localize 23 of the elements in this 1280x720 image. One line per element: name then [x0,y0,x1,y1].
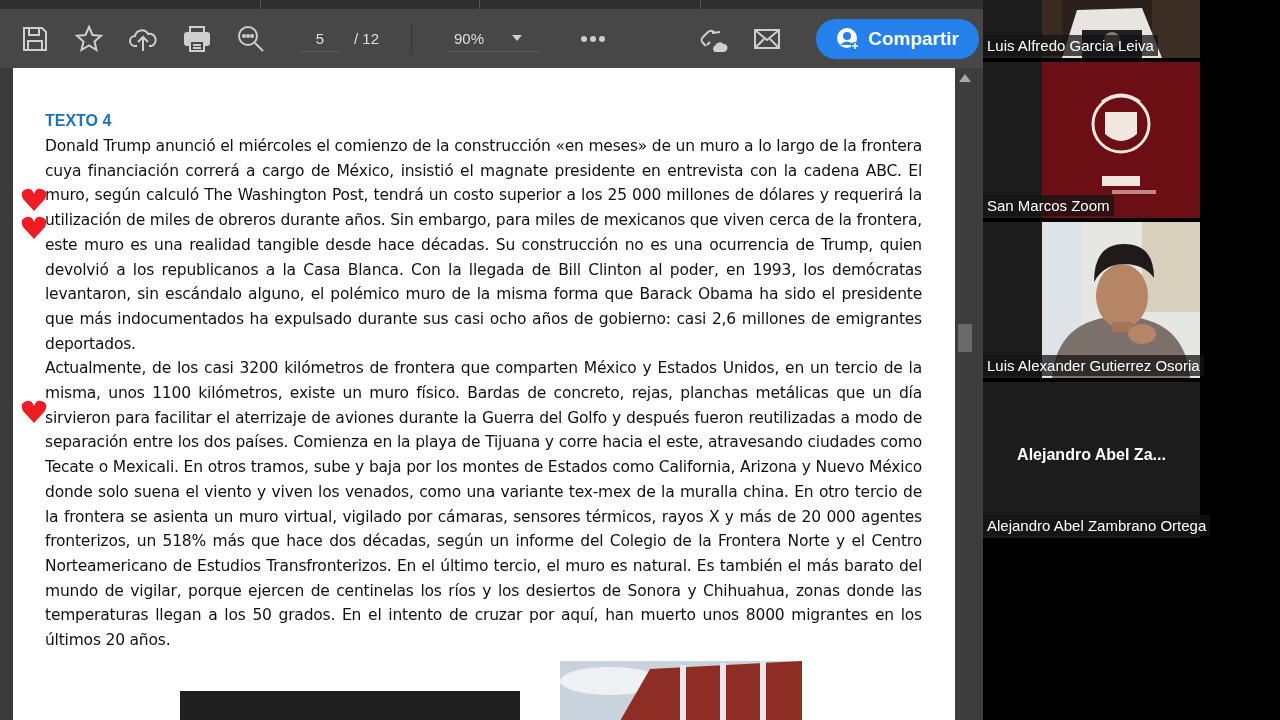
page-total: / 12 [354,30,380,47]
share-button[interactable]: Compartir [816,18,979,59]
paragraph: Actualmente, de los casi 3200 kilómetros de frontera que comparten México y Estados Unidos, en un tercio de la misma, unos 1100 kilómetros, existe un muro físico. Bardas de concreto, rejas, planchas metálicas que un día sirvieron para facilitar el aterrizaje de aviones durante la Guerra del Golfo y después fueron reutilizadas a modo de separación entre los dos países. Comienza en la playa de Tijuana y corre hacia el este, atravesando ciudades como Tecate o Mexicali. En otros tramos, sube y baja por los montes de Estados como California, Arizona y Nuevo México donde solo suena el viento y viven los venados, como una variante tex-mex de la muralla china. En otro tercio de la frontera se asienta un muro virtual, vigilado por cámaras, sensores térmicos, rayos X y más de 20 000 agentes fronterizos, un 518% más que hace dos décadas, según un informe del Colegio de la Frontera Norte y el Centro Norteamericano de Estudios Transfronterizos. En el último tercio, el muro es natural. Es también el más barato del mundo de vigilar, porque ejercen de centinelas los ríos y los desiertos de Sonora y Chihuahua, zonas donde las temperaturas llegan a los 50 grados. En el intento de cruzar por aquí, han muerto unos 8000 migrantes en los últimos 20 años. [45,358,922,652]
page-number-field[interactable]: 5 [300,25,340,52]
participant-display-name: Alejandro Abel Za... [1016,446,1167,464]
heart-icon [21,216,47,240]
print-icon[interactable] [182,23,212,54]
scroll-up-icon[interactable] [959,74,971,82]
add-person-icon [836,26,861,51]
heart-icon [21,400,47,424]
participant-name: Luis Alfredo Garcia Leiva [983,35,1158,56]
zoom-dropdown[interactable]: 90% [446,25,541,52]
section-heading: TEXTO 4 [45,111,113,131]
participant-name: San Marcos Zoom [983,195,1114,216]
star-icon[interactable] [74,23,104,54]
paragraph: Donald Trump anunció el miércoles el comienzo de la construcción «en meses» de un muro a lo largo de la frontera cuya financiación correrá a cargo de México, insistió el magnate presidente en entrevista con la cadena ABC. El muro, según calculó The Washington Post, tendrá un costo superior a los 25 000 millones de dólares y requerirá la utilización de miles de obreros durante años. Sin embargo, para miles de mexicanos que viven cerca de la frontera, este muro es una realidad tangible desde hace décadas. Su construcción no es una ocurrencia de Trump, quien devolvió a los republicanos a la Casa Blanca. Con la llegada de Bill Clinton al poder, en 1993, los demócratas levantaron, sin escándalo alguno, el polémico muro de la misma forma que Barack Obama ha sido el presidente que más indocumentados ha expulsado durante sus casi ocho años de gobierno: casi 2,6 millones de emigrantes deportados. [45,136,922,355]
more-icon[interactable] [580,34,607,43]
scrollbar-thumb[interactable] [958,324,972,352]
zoom-search-icon[interactable] [236,23,266,54]
heart-icon [21,188,47,212]
caret-icon[interactable] [512,35,523,41]
participant-name: Alejandro Abel Zambrano Ortega [983,515,1211,536]
participant-name: Luis Alexander Gutierrez Osoria [983,355,1204,376]
